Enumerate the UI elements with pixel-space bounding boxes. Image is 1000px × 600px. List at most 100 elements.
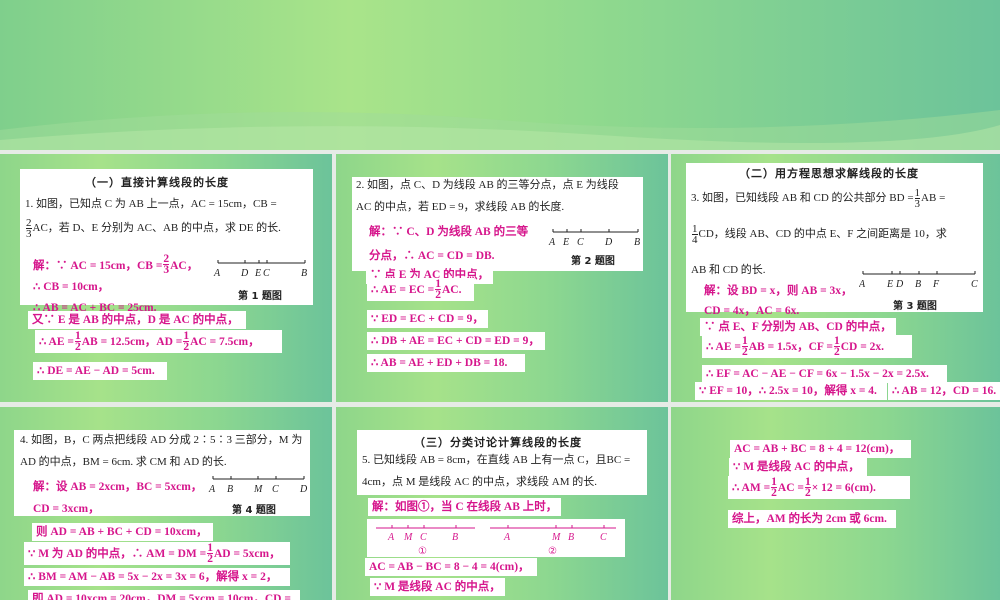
point-label: A (208, 484, 216, 495)
fraction: 14 (692, 223, 698, 245)
answer-text: 解：设 BD = x，则 AB = 3x， CD = 4x，AC = 6x. (704, 280, 853, 320)
text-segment: AC = 7.5cm， (190, 335, 260, 348)
text-segment: ∴ BM = AM − AB = 5x − 2x = 3x = 6，解得 x =… (28, 571, 278, 583)
denominator: 2 (183, 341, 190, 353)
text-segment: ∵ M 是线段 AC 的中点， (733, 461, 860, 473)
denominator: 2 (741, 346, 748, 358)
text-segment: AD = 5xcm， (213, 547, 281, 560)
point-label: D (240, 268, 249, 279)
point-label: E (254, 268, 261, 279)
fraction: 13 (914, 186, 921, 209)
answer-step: ∴ DE = AE − AD = 5cm. (33, 362, 167, 380)
point-label: A (548, 237, 556, 248)
point-label: M (403, 532, 413, 543)
point-label: C (577, 237, 584, 248)
text-line: 5. 已知线段 AB = 8cm，在直线 AB 上有一点 C，且BC = (362, 449, 630, 471)
text-segment: ∵ EF = 10，∴ 2.5x = 10，解得 x = 4. (699, 385, 877, 397)
point-label: M (551, 532, 561, 543)
text-segment: ∴ CB = 10cm， (33, 280, 110, 293)
text-segment: CD，线段 AB、CD 的中点 E、F 之间距离是 10，求 (698, 228, 947, 240)
section-title: （二）用方程思想求解线段的长度 (739, 167, 919, 180)
fraction: 12 (833, 335, 840, 358)
numerator: 2 (26, 216, 32, 229)
text-segment: ∴ AE = (39, 335, 74, 348)
answer-step: ∴ DB + AE = EC + CD = ED = 9， (367, 332, 545, 350)
point-label: C (420, 532, 427, 543)
number-line-figure: A EDBF C (859, 271, 978, 290)
text-line: 4cm，点 M 是线段 AC 的中点，求线段 AM 的长. (362, 471, 630, 493)
denominator: 2 (833, 346, 840, 358)
text-segment: CD = 4x，AC = 6x. (704, 305, 800, 317)
denominator: 2 (771, 487, 777, 499)
answer-step: AC = AB + BC = 8 + 4 = 12(cm)， (730, 440, 911, 458)
text-line: 1. 如图，已知点 C 为 AB 上一点，AC = 15cm，CB = (25, 192, 281, 216)
slide-panel-6: AC = AB + BC = 8 + 4 = 12(cm)， ∵ M 是线段 AC… (671, 407, 1000, 600)
point-label: M (253, 484, 263, 495)
answer-step: ∴ AE = 1 2 AB = 12.5cm，AD = 1 2 AC = 7.5cm， (35, 330, 282, 353)
text-line: 解：∵ C、D 为线段 AB 的三等 (369, 219, 528, 243)
point-label: E (562, 237, 569, 248)
denominator: 2 (74, 341, 81, 353)
answer-text: 解：设 AB = 2xcm，BC = 5xcm， CD = 3xcm， (33, 475, 202, 519)
point-label: D (299, 484, 308, 495)
text-segment: AC. (442, 283, 462, 296)
slide-panel-2: 2. 如图，点 C、D 为线段 AB 的三等分点，点 E 为线段 AC 的中点，若… (336, 154, 668, 402)
denominator: 3 (26, 227, 32, 240)
question-text: 2. 如图，点 C、D 为线段 AB 的三等分点，点 E 为线段 AC 的中点，若… (356, 174, 619, 218)
figure-caption: ① (418, 546, 427, 557)
text-segment: 4. 如图，B，C 两点把线段 AD 分成 2∶5∶3 三部分，M 为 (20, 434, 303, 446)
text-line: AD 的中点，BM = 6cm. 求 CM 和 AD 的长. (20, 451, 302, 473)
answer-step: ∴ AB = 12，CD = 16. (888, 382, 1000, 400)
text-segment: AC = (777, 481, 804, 494)
text-segment: AB = 1.5x，CF = (748, 340, 833, 353)
number-line-figure-1: A M C B ① (376, 525, 475, 557)
denominator: 3 (163, 264, 170, 276)
text-segment: 即 AD = 10xcm = 20cm，DM = 5xcm = 10cm，CD … (32, 593, 291, 600)
answer-text: 解：∵ AC = 15cm，CB = 2 3 AC， ∴ CB = 10cm， ∴ AB… (33, 253, 198, 317)
point-label: B (634, 237, 640, 248)
text-segment: AC = AB − BC = 8 − 4 = 4(cm)， (369, 561, 530, 573)
point-label: B (568, 532, 574, 543)
text-segment: 2. 如图，点 C、D 为线段 AB 的三等分点，点 E 为线段 (356, 179, 619, 191)
answer-step: 综上，AM 的长为 2cm 或 6cm. (728, 510, 896, 528)
point-label: B (452, 532, 458, 543)
denominator: 2 (435, 289, 441, 301)
text-segment: 3. 如图，已知线段 AB 和 CD 的公共部分 BD = (691, 192, 914, 204)
text-segment: × 12 = 6(cm). (811, 481, 876, 494)
text-segment: AC，若 D、E 分别为 AC、AB 的中点，求 DE 的长. (32, 222, 281, 234)
text-segment: ∴ EF = AC − AE − CF = 6x − 1.5x − 2x = 2… (706, 368, 929, 380)
point-label: E (886, 279, 893, 290)
denominator: 2 (804, 487, 811, 499)
point-label: B (301, 268, 307, 279)
fraction: 12 (183, 330, 190, 353)
question-text: 1. 如图，已知点 C 为 AB 上一点，AC = 15cm，CB = 2 3 AC，… (25, 192, 281, 240)
question-text: 5. 已知线段 AB = 8cm，在直线 AB 上有一点 C，且BC = 4cm，… (362, 449, 630, 493)
title-banner (0, 0, 1000, 150)
fraction: 12 (207, 542, 213, 565)
answer-step: 又∵ E 是 AB 的中点，D 是 AC 的中点， (28, 311, 246, 329)
text-segment: 综上，AM 的长为 2cm 或 6cm. (732, 513, 887, 525)
text-segment: AB 和 CD 的长. (691, 264, 766, 276)
point-label: D (604, 237, 613, 248)
point-label: A (503, 532, 511, 543)
number-line-figure: AB MC D (208, 476, 308, 495)
text-line: 2 3 AC，若 D、E 分别为 AC、AB 的中点，求 DE 的长. (25, 216, 281, 240)
answer-step: ∵ EF = 10，∴ 2.5x = 10，解得 x = 4. (695, 382, 887, 400)
text-segment: CD = 3xcm， (33, 503, 100, 515)
slide-panel-4: 4. 如图，B，C 两点把线段 AD 分成 2∶5∶3 三部分，M 为 AD 的中… (0, 407, 332, 600)
fraction: 12 (804, 476, 811, 499)
fraction: 12 (435, 278, 441, 301)
figure-caption: 第 1 题图 (238, 291, 282, 302)
text-segment: 5. 已知线段 AB = 8cm，在直线 AB 上有一点 C，且BC = (362, 454, 631, 466)
answer-step: 则 AD = AB + BC + CD = 10xcm， (32, 523, 213, 541)
number-line-figure-2: A M B C ② (490, 525, 616, 557)
answer-step: ∴ AE = 1 2 AB = 1.5x，CF = 1 2 CD = 2x. (702, 335, 912, 358)
text-segment: AB = 12.5cm，AD = (81, 335, 183, 348)
text-line: CD = 4x，AC = 6x. (704, 300, 853, 320)
text-segment: 分点，∴ AC = CD = DB. (369, 250, 495, 262)
numerator: 1 (914, 186, 921, 199)
text-line: 1 4 CD，线段 AB、CD 的中点 E、F 之间距离是 10，求 (691, 216, 947, 252)
answer-step: ∵ M 为 AD 的中点，∴ AM = DM = 1 2 AD = 5xcm， (24, 542, 290, 565)
text-segment: 4cm，点 M 是线段 AC 的中点，求线段 AM 的长. (362, 476, 597, 488)
answer-step: 即 AD = 10xcm = 20cm，DM = 5xcm = 10cm，CD … (28, 590, 300, 600)
